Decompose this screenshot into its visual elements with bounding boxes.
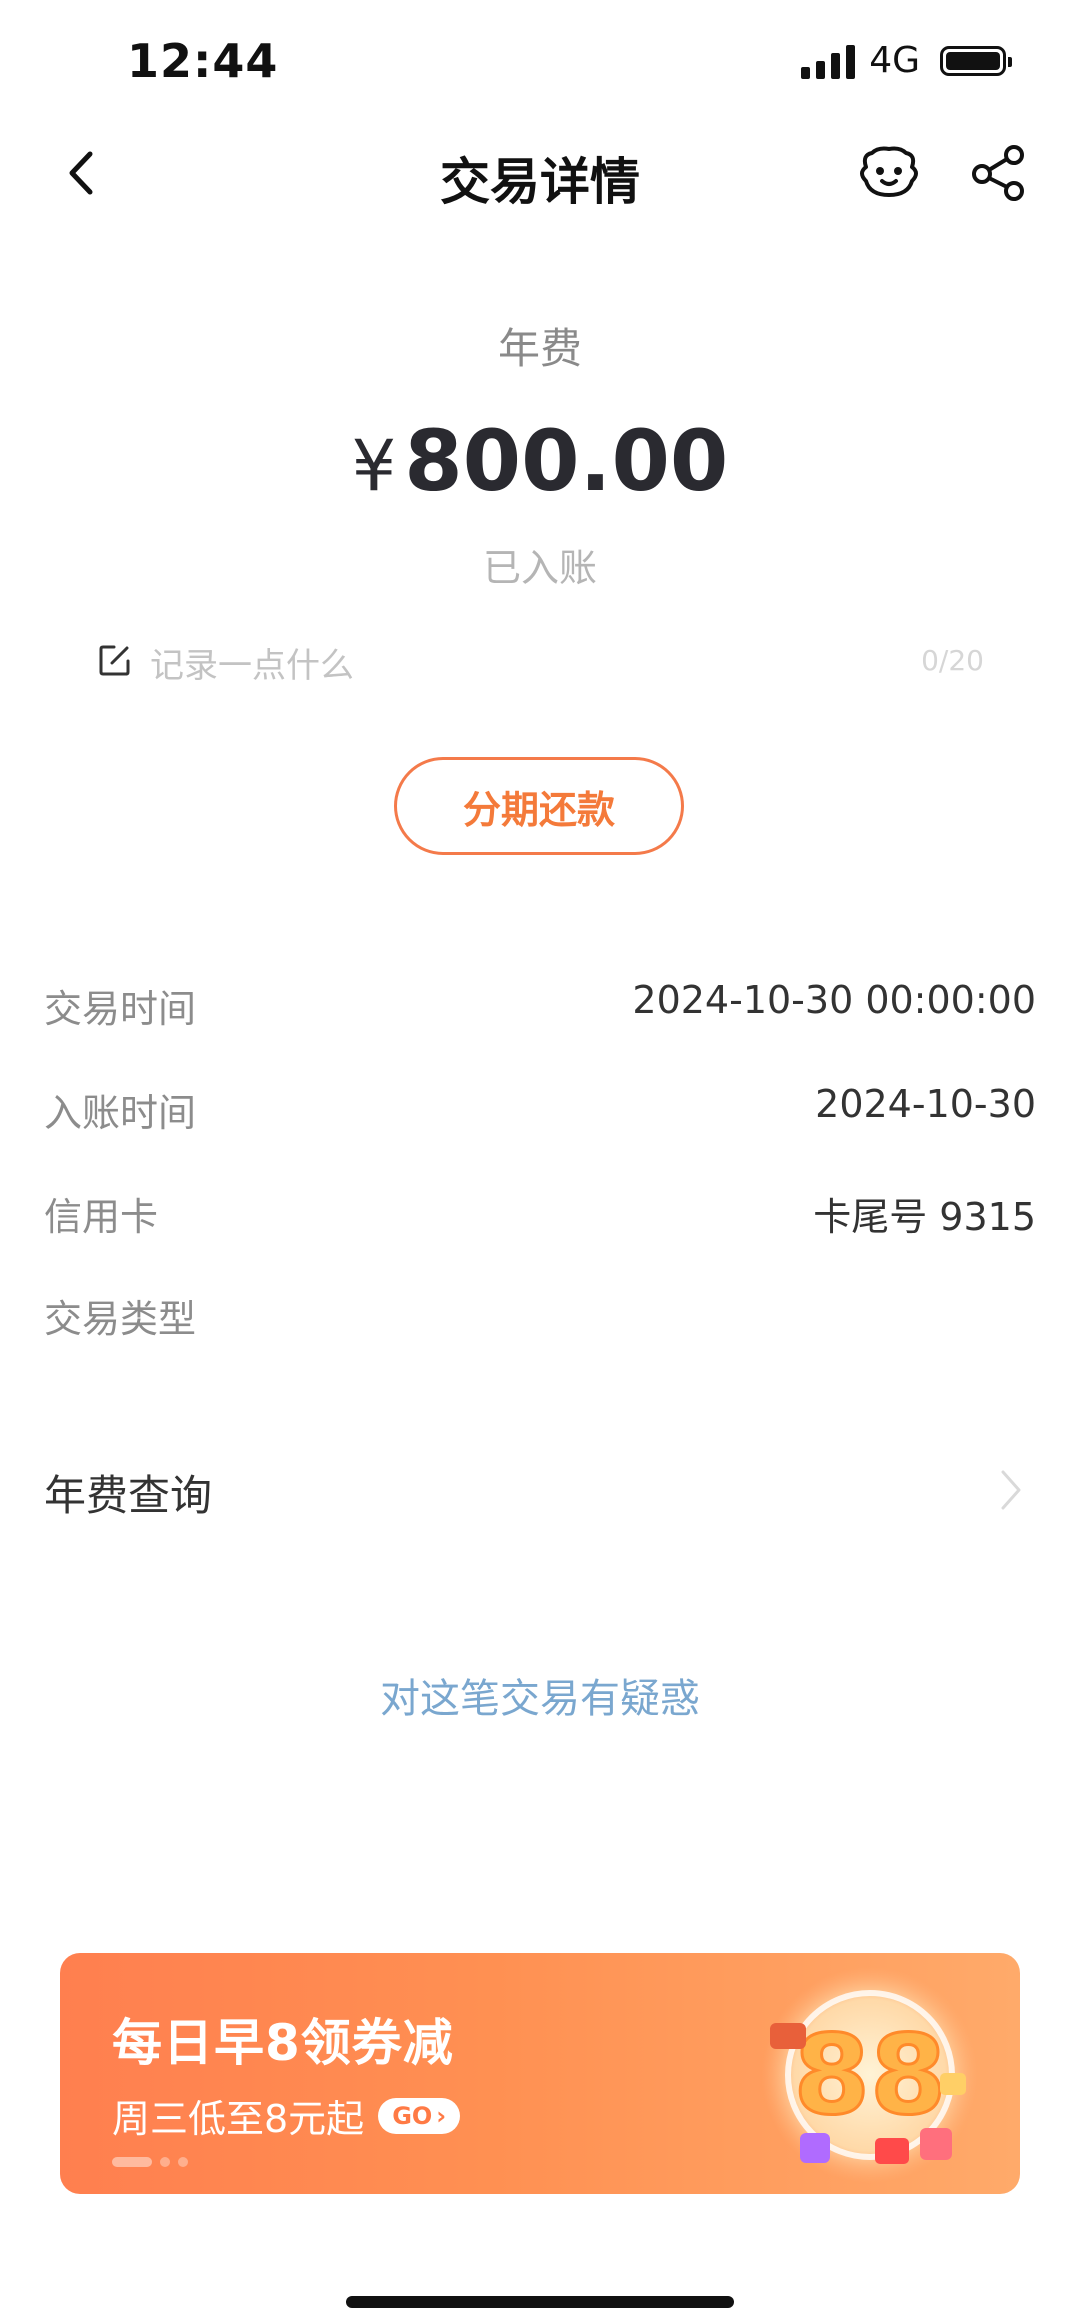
banner-pagination (112, 2157, 188, 2167)
banner-title: 每日早8领券减 (112, 2014, 454, 2072)
go-button[interactable]: GO › (378, 2097, 461, 2134)
fee-query-row[interactable]: 年费查询 (44, 1462, 212, 1523)
art-text: 88 (793, 2011, 946, 2139)
dispute-link[interactable]: 对这笔交易有疑惑 (0, 1666, 1080, 1724)
amount-value: 800.00 (404, 412, 729, 510)
chevron-right-icon: › (436, 2101, 447, 2130)
detail-value: 卡尾号 9315 (813, 1195, 1036, 1239)
memo-input[interactable]: 记录一点什么 (150, 638, 354, 687)
chevron-right-icon (1001, 1470, 1021, 1510)
banner-subtitle-text: 周三低至8元起 (112, 2097, 365, 2141)
detail-value: 2024-10-30 00:00:00 (632, 978, 1036, 1022)
robot-assistant-icon (860, 146, 918, 197)
signal-icon (801, 43, 856, 79)
assistant-button[interactable] (856, 145, 922, 201)
share-button[interactable] (970, 144, 1028, 202)
share-icon (972, 145, 1024, 201)
detail-value: 2024-10-30 (815, 1082, 1036, 1126)
banner-subtitle: 周三低至8元起 GO › (112, 2088, 461, 2143)
coupon-88-illustration: 88 (762, 1967, 978, 2183)
transaction-amount: ¥800.00 (0, 412, 1080, 510)
go-label: GO (392, 2101, 433, 2130)
edit-icon (99, 645, 130, 676)
memo-char-count: 0/20 (921, 644, 984, 677)
currency-symbol: ¥ (351, 425, 397, 507)
status-indicators: 4G (801, 40, 1012, 81)
detail-label: 入账时间 (44, 1091, 197, 1135)
installment-button[interactable]: 分期还款 (394, 757, 684, 855)
network-type: 4G (869, 40, 920, 81)
battery-icon (940, 45, 1012, 76)
promo-banner[interactable]: 每日早8领券减 周三低至8元起 GO › 88 (60, 1953, 1020, 2194)
detail-label: 交易时间 (44, 987, 197, 1031)
status-badge: 已入账 (482, 546, 597, 590)
transaction-category: 年费 (497, 324, 582, 373)
home-indicator (346, 2296, 734, 2308)
detail-label: 交易类型 (44, 1297, 197, 1341)
status-time: 12:44 (127, 34, 279, 88)
detail-label: 信用卡 (44, 1195, 159, 1239)
